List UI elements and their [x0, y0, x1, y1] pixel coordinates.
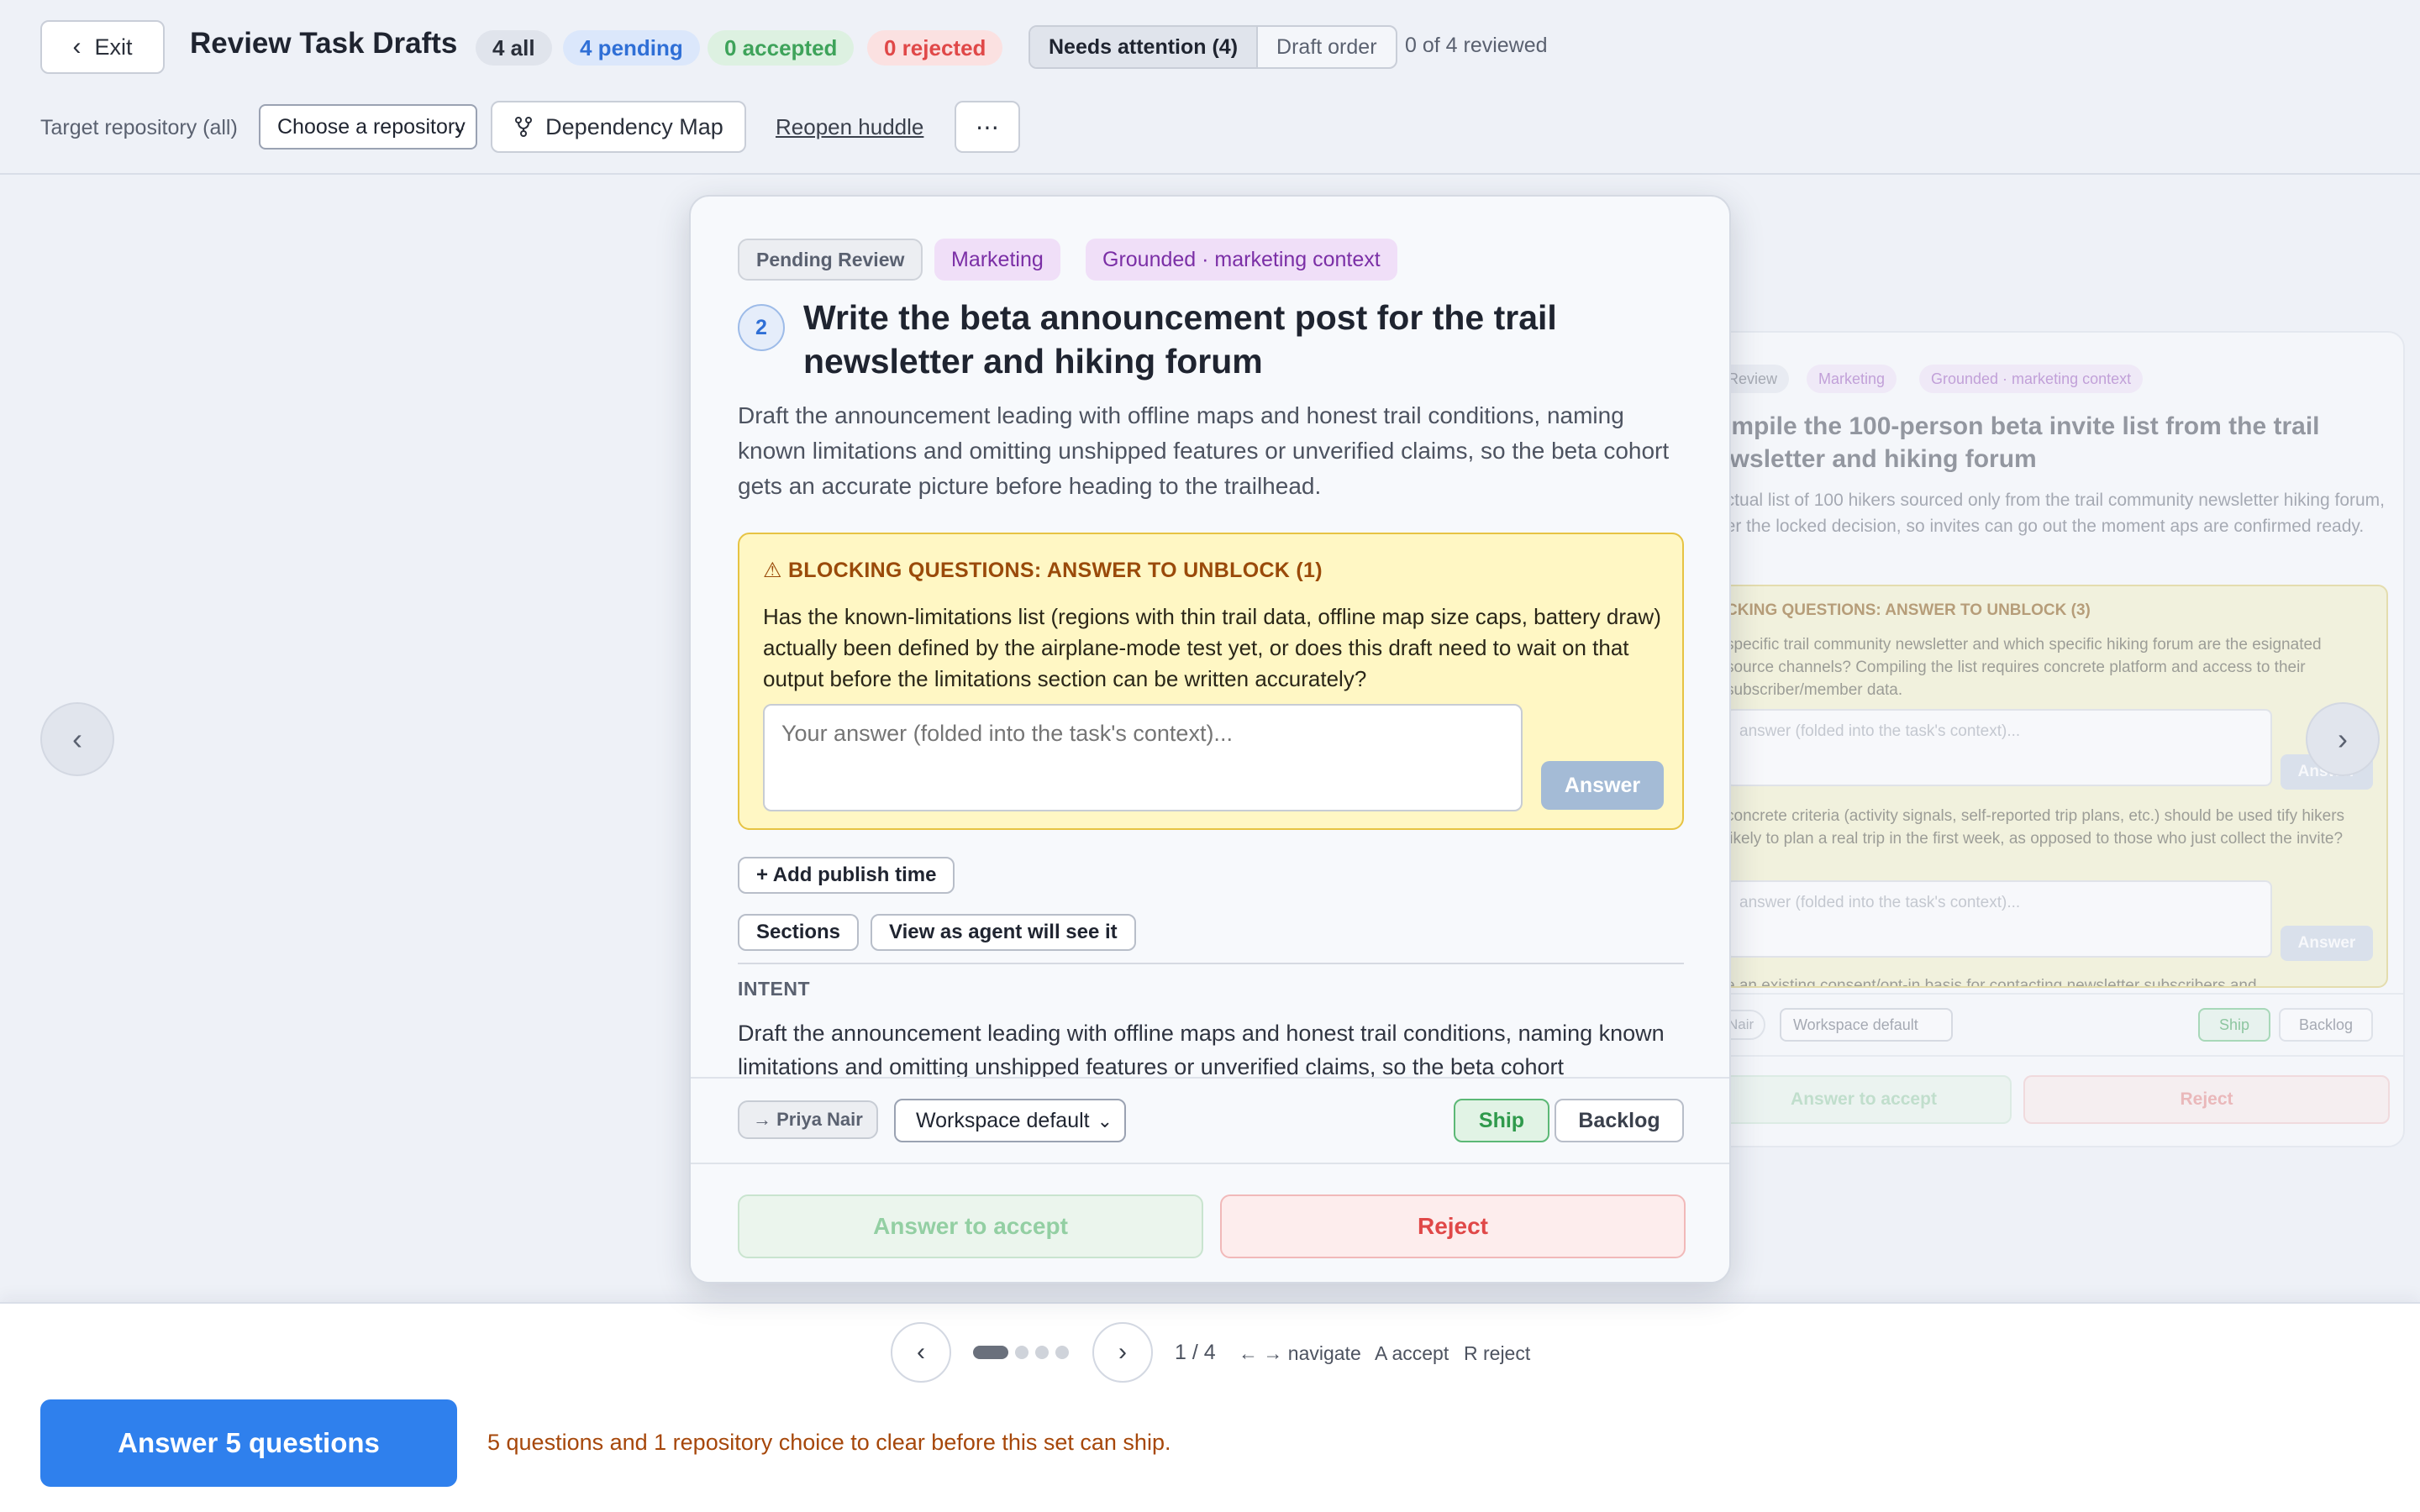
more-icon: ⋯ — [976, 113, 999, 140]
chevron-down-icon: ⌄ — [451, 116, 467, 137]
next-card-button[interactable]: › — [2306, 702, 2380, 776]
answer-button[interactable]: Answer — [1541, 761, 1664, 810]
next-card-title: ompile the 100-person beta invite list f… — [1716, 412, 2320, 473]
ship-button[interactable]: Ship — [1454, 1099, 1549, 1142]
blocking-question: Has the known-limitations list (regions … — [763, 604, 1661, 691]
next-card-meta-row: Nair Workspace default Ship Backlog — [1699, 993, 2403, 1055]
sections-button[interactable]: Sections — [738, 914, 860, 951]
task-description: Draft the announcement leading with offl… — [738, 402, 1670, 499]
task-title: Write the beta announcement post for the… — [803, 298, 1557, 381]
reject-button[interactable]: Reject — [1220, 1194, 1686, 1258]
next-card-actions: Answer to accept Reject — [1699, 1055, 2403, 1146]
next-grounding-tag: Grounded · marketing context — [1919, 365, 2144, 393]
hint-reject: R reject — [1464, 1342, 1531, 1364]
view-as-agent-button[interactable]: View as agent will see it — [871, 914, 1136, 951]
dependency-map-button[interactable]: Dependency Map — [491, 101, 746, 153]
next-accept-button[interactable]: Answer to accept — [1716, 1075, 2012, 1124]
next-answer-input-2[interactable]: answer (folded into the task's context).… — [1726, 880, 2272, 958]
pager-next-button[interactable]: › — [1092, 1322, 1153, 1383]
workspace-select-value: Workspace default — [916, 1108, 1090, 1132]
branch-icon — [515, 117, 533, 137]
next-task-card[interactable]: Review Marketing Grounded · marketing co… — [1697, 331, 2405, 1147]
header: ‹ Exit Review Task Drafts 4 all 4 pendin… — [0, 0, 2420, 175]
pager-dots — [973, 1346, 1069, 1359]
workspace-select[interactable]: Workspace default ⌄ — [894, 1099, 1126, 1142]
next-question-2: concrete criteria (activity signals, sel… — [1726, 807, 2345, 848]
accept-button[interactable]: Answer to accept — [738, 1194, 1203, 1258]
task-actions: Answer to accept Reject — [691, 1163, 1729, 1282]
pager-count: 1 / 4 — [1175, 1341, 1216, 1364]
filter-rejected-chip[interactable]: 0 rejected — [867, 30, 1003, 66]
page-title: Review Task Drafts — [190, 27, 458, 60]
next-question-1: specific trail community newsletter and … — [1726, 636, 2322, 699]
sort-draft-order[interactable]: Draft order — [1256, 27, 1395, 67]
blocking-questions-title: ⚠ BLOCKING QUESTIONS: ANSWER TO UNBLOCK … — [763, 559, 1323, 582]
next-blocking-questions: CKING QUESTIONS: ANSWER TO UNBLOCK (3) s… — [1716, 585, 2388, 988]
chevron-down-icon: ⌄ — [1097, 1110, 1113, 1131]
intent-heading: INTENT — [738, 978, 811, 1000]
prev-card-button[interactable]: ‹ — [40, 702, 114, 776]
next-question-3: e an existing consent/opt-in basis for c… — [1726, 977, 2257, 988]
sort-toggle: Needs attention (4) Draft order — [1028, 25, 1397, 69]
status-badge: Pending Review — [738, 239, 923, 281]
sort-needs-attention[interactable]: Needs attention (4) — [1030, 27, 1257, 67]
hint-accept: A accept — [1375, 1342, 1449, 1364]
repo-label: Target repository (all) — [40, 116, 238, 139]
bottom-bar: ‹ › 1 / 4 ← → navigate A accept R reject… — [0, 1302, 2420, 1512]
intent-text: Draft the announcement leading with offl… — [738, 1021, 1665, 1079]
filter-accepted-chip[interactable]: 0 accepted — [708, 30, 855, 66]
divider — [738, 963, 1684, 964]
add-publish-time-button[interactable]: + Add publish time — [738, 857, 955, 894]
filter-pending-chip[interactable]: 4 pending — [563, 30, 700, 66]
exit-button[interactable]: ‹ Exit — [40, 20, 165, 74]
more-options-button[interactable]: ⋯ — [955, 101, 1020, 153]
assignee-chip[interactable]: → Priya Nair — [738, 1100, 878, 1139]
chevron-left-icon: ‹ — [917, 1338, 925, 1366]
reopen-huddle-link[interactable]: Reopen huddle — [776, 114, 923, 140]
next-backlog-button[interactable]: Backlog — [2279, 1008, 2373, 1042]
pager-dot[interactable] — [1035, 1346, 1049, 1359]
next-blocking-title: CKING QUESTIONS: ANSWER TO UNBLOCK (3) — [1726, 601, 2091, 619]
chevron-right-icon: › — [2338, 722, 2348, 756]
next-category-tag: Marketing — [1807, 365, 1897, 393]
task-card: Pending Review Marketing Grounded · mark… — [689, 195, 1731, 1284]
grounding-tag: Grounded · marketing context — [1086, 239, 1397, 281]
answer-questions-button[interactable]: Answer 5 questions — [40, 1399, 457, 1487]
next-answer-input-1[interactable]: answer (folded into the task's context).… — [1726, 709, 2272, 786]
next-reject-button[interactable]: Reject — [2023, 1075, 2390, 1124]
filter-all-chip[interactable]: 4 all — [476, 30, 552, 66]
exit-label: Exit — [94, 34, 133, 60]
next-ship-button[interactable]: Ship — [2198, 1008, 2270, 1042]
reviewed-count: 0 of 4 reviewed — [1405, 34, 1548, 57]
task-meta-row: → Priya Nair Workspace default ⌄ Ship Ba… — [691, 1077, 1729, 1163]
next-answer-button-2[interactable]: Answer — [2281, 926, 2373, 961]
pager-dot[interactable] — [1015, 1346, 1028, 1359]
repo-select[interactable]: Choose a repository ⌄ — [259, 104, 477, 150]
backlog-button[interactable]: Backlog — [1555, 1099, 1684, 1142]
hint-navigate: ← → navigate — [1239, 1342, 1361, 1364]
pager-dot[interactable] — [1055, 1346, 1069, 1359]
chevron-left-icon: ‹ — [72, 722, 82, 756]
pager-prev-button[interactable]: ‹ — [891, 1322, 951, 1383]
chevron-left-icon: ‹ — [72, 33, 82, 60]
blocking-questions-panel: ⚠ BLOCKING QUESTIONS: ANSWER TO UNBLOCK … — [738, 533, 1684, 830]
next-card-description: actual list of 100 hikers sourced only f… — [1716, 491, 2386, 536]
repo-select-value: Choose a repository — [277, 114, 466, 139]
answer-input[interactable] — [763, 704, 1523, 811]
dependency-map-label: Dependency Map — [545, 113, 723, 139]
pager-dot[interactable] — [973, 1346, 1008, 1359]
chevron-right-icon: › — [1118, 1338, 1127, 1366]
category-tag: Marketing — [934, 239, 1060, 281]
next-workspace-select[interactable]: Workspace default — [1780, 1008, 1953, 1042]
ship-blockers-note: 5 questions and 1 repository choice to c… — [487, 1430, 1171, 1455]
task-number-badge: 2 — [738, 304, 785, 351]
